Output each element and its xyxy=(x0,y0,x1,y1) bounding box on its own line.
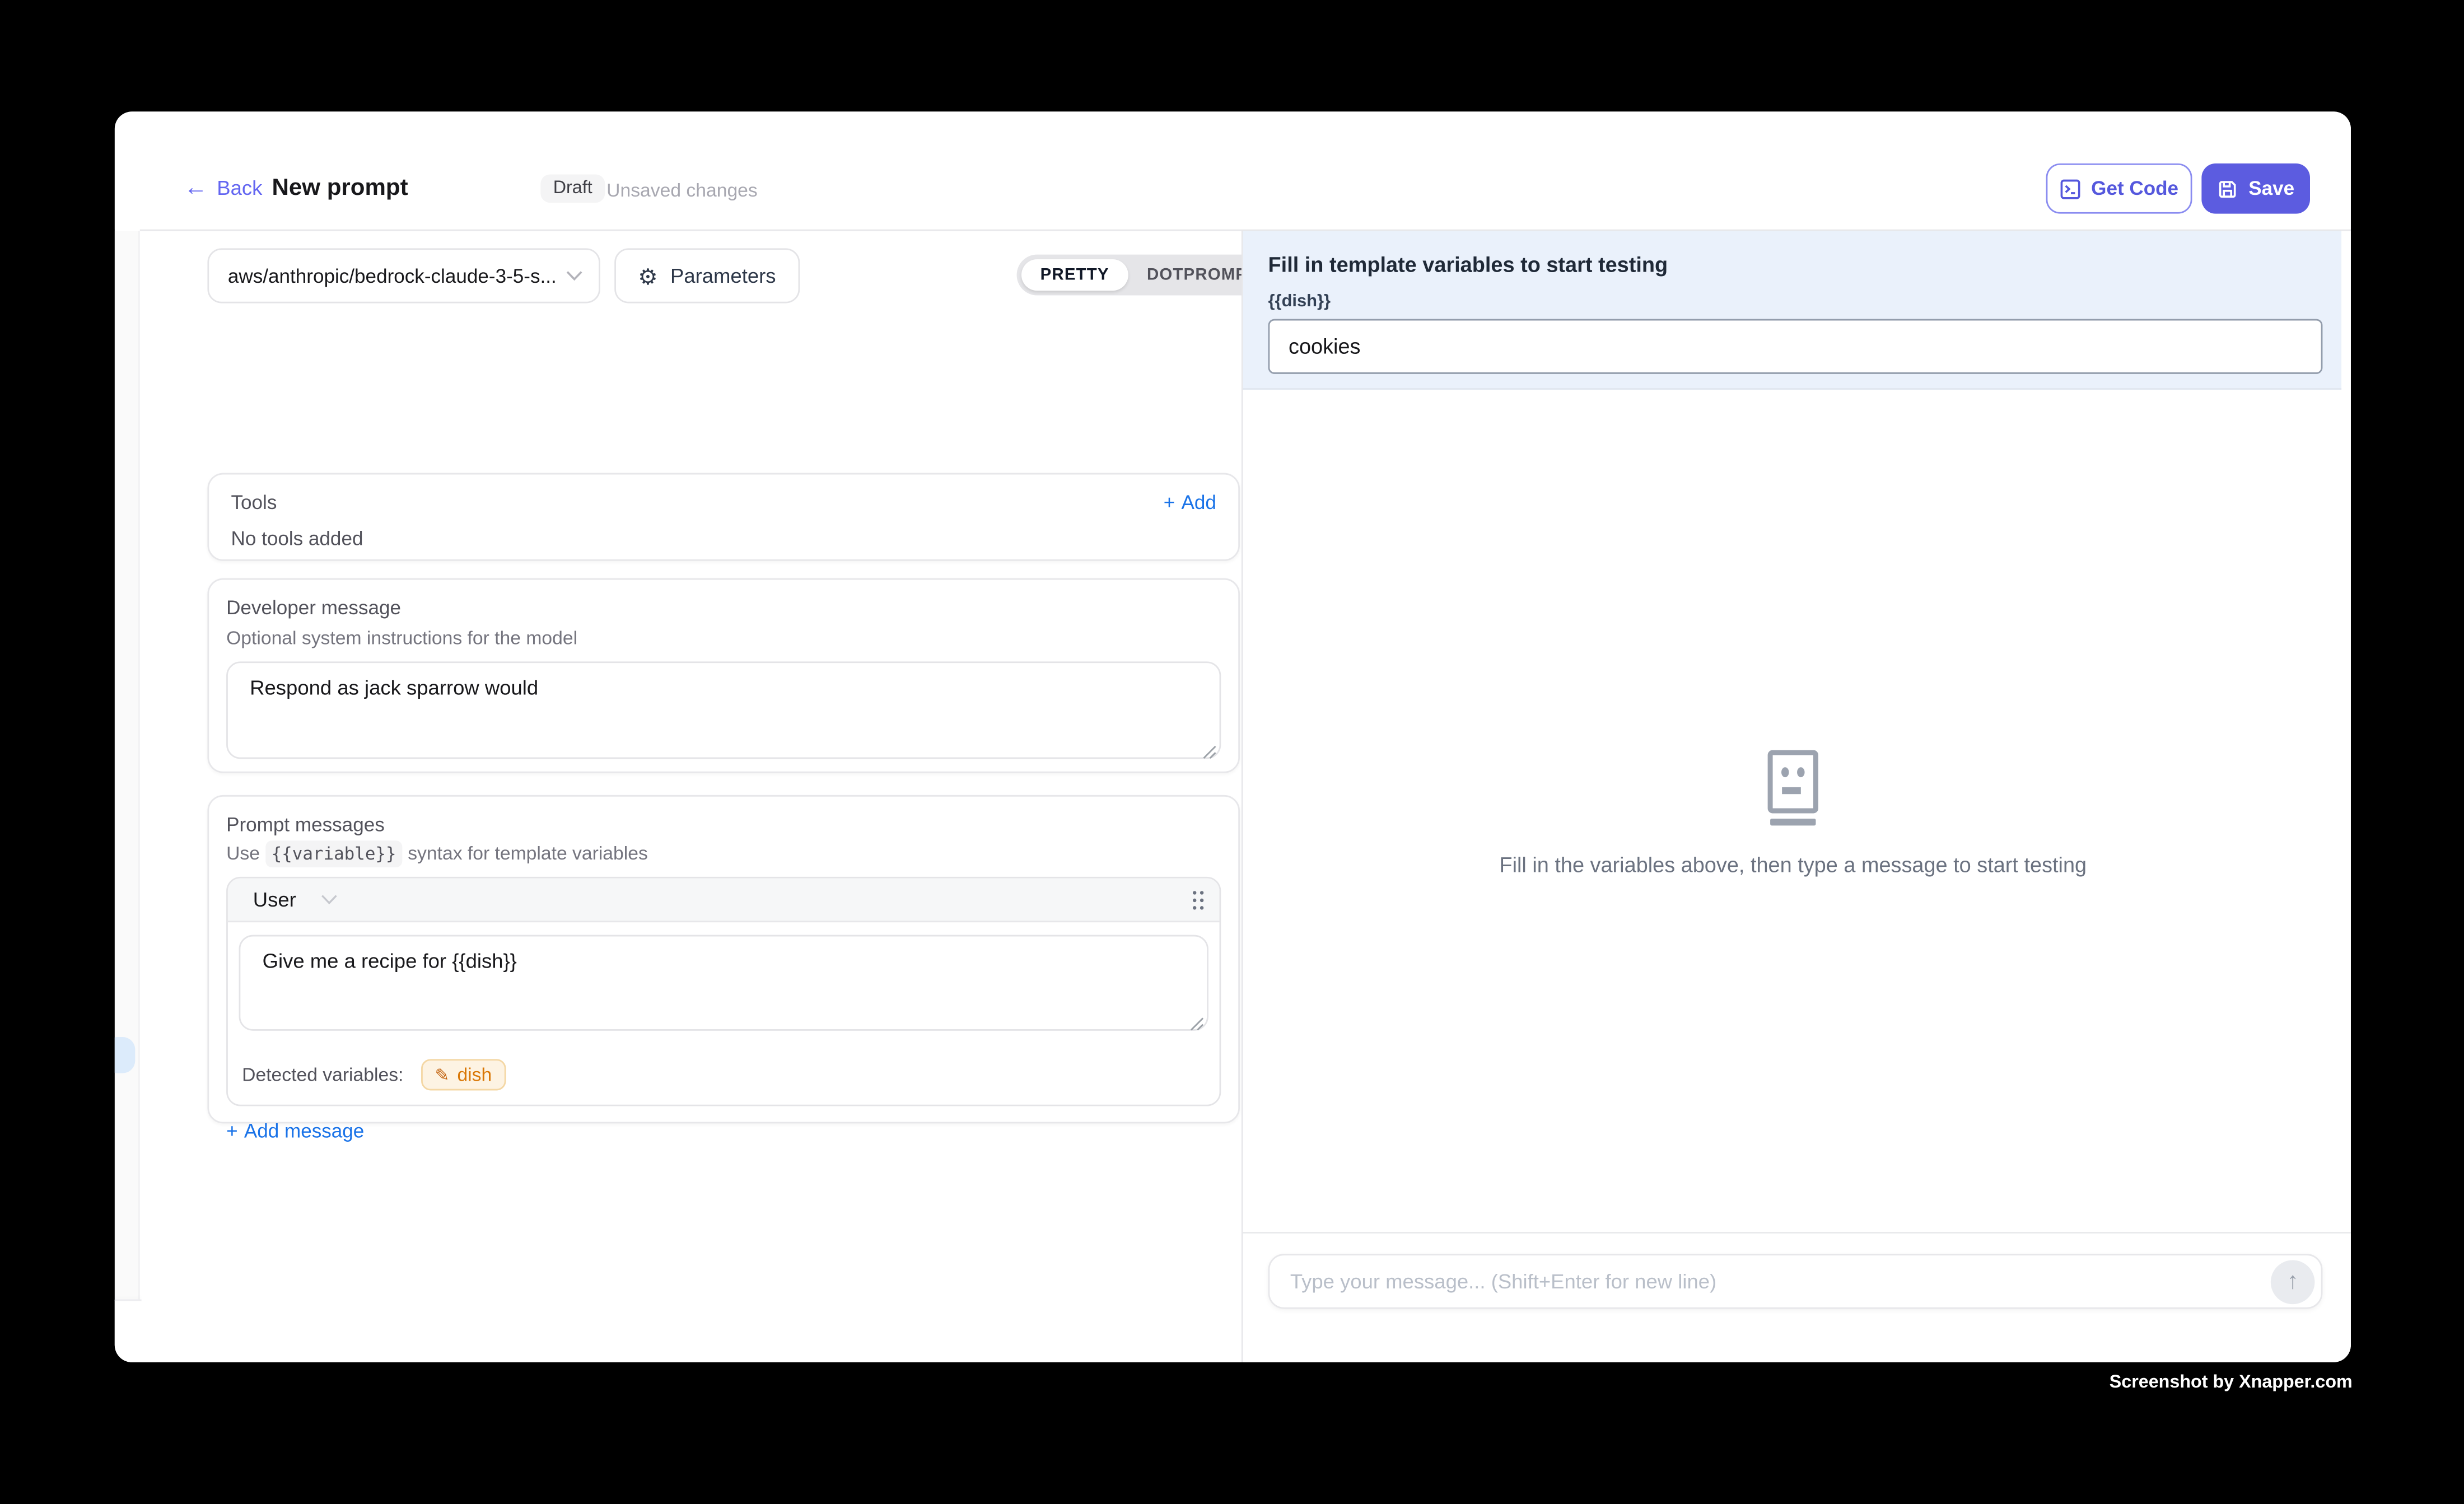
developer-message-hint: Optional system instructions for the mod… xyxy=(226,627,1221,649)
add-tool-button[interactable]: + Add xyxy=(1164,492,1216,513)
variable-key-label: {{dish}} xyxy=(1268,292,2317,311)
role-value: User xyxy=(253,888,296,911)
send-arrow-icon: ↑ xyxy=(2287,1268,2299,1295)
hint-suffix: syntax for template variables xyxy=(403,842,648,864)
prompt-editor-panel: aws/anthropic/bedrock-claude-3-5-s... ⚙ … xyxy=(142,231,1242,1362)
chevron-down-icon xyxy=(321,894,339,905)
message-header: User xyxy=(228,879,1220,923)
variable-name: dish xyxy=(457,1064,492,1086)
drag-handle-icon[interactable] xyxy=(1191,889,1205,910)
unsaved-changes-text: Unsaved changes xyxy=(606,179,758,201)
add-tool-label: Add xyxy=(1182,492,1216,513)
tester-panel: Fill in template variables to start test… xyxy=(1243,231,2351,1362)
model-select-value: aws/anthropic/bedrock-claude-3-5-s... xyxy=(228,265,566,287)
prompt-messages-hint: Use {{variable}} syntax for template var… xyxy=(226,842,1221,864)
screenshot-stage: ← Back New prompt Draft Unsaved changes … xyxy=(0,0,2464,1503)
variable-value-input[interactable] xyxy=(1268,319,2323,374)
tools-empty-text: No tools added xyxy=(231,528,1216,550)
detected-variables-label: Detected variables: xyxy=(242,1064,403,1086)
plus-icon: + xyxy=(226,1120,238,1142)
chevron-down-icon xyxy=(566,270,583,282)
parameters-label: Parameters xyxy=(670,264,776,287)
hint-prefix: Use xyxy=(226,842,265,864)
nav-rail-sliver xyxy=(115,231,140,1362)
role-select[interactable]: User xyxy=(253,888,339,911)
developer-message-textarea[interactable]: Respond as jack sparrow would xyxy=(226,661,1221,759)
model-select[interactable]: aws/anthropic/bedrock-claude-3-5-s... xyxy=(207,248,600,303)
chat-message-input[interactable] xyxy=(1290,1269,2271,1293)
tools-label: Tools xyxy=(231,492,277,513)
page-title: New prompt xyxy=(272,174,408,201)
template-variables-panel: Fill in template variables to start test… xyxy=(1243,231,2341,389)
add-message-button[interactable]: + Add message xyxy=(226,1120,1221,1142)
prompt-messages-card: Prompt messages Use {{variable}} syntax … xyxy=(207,795,1240,1123)
get-code-label: Get Code xyxy=(2091,178,2178,199)
header: ← Back New prompt Draft Unsaved changes … xyxy=(115,111,2351,229)
chat-input-bar: ↑ xyxy=(1268,1254,2323,1309)
developer-message-label: Developer message xyxy=(226,597,1221,619)
robot-face-icon xyxy=(1763,750,1823,828)
developer-message-card: Developer message Optional system instru… xyxy=(207,578,1240,773)
parameters-button[interactable]: ⚙ Parameters xyxy=(614,248,799,303)
toggle-pretty[interactable]: PRETTY xyxy=(1021,259,1128,291)
app-window: ← Back New prompt Draft Unsaved changes … xyxy=(115,111,2351,1362)
watermark-credit: Screenshot by Xnapper.com xyxy=(0,1374,2353,1393)
back-label: Back xyxy=(217,176,262,199)
gear-icon: ⚙ xyxy=(638,265,657,287)
prompt-messages-label: Prompt messages xyxy=(226,814,1221,836)
empty-state-text: Fill in the variables above, then type a… xyxy=(1499,853,2087,877)
detected-variables-row: Detected variables: ✎ dish xyxy=(228,1048,1220,1105)
back-arrow-icon: ← xyxy=(184,176,207,199)
terminal-icon xyxy=(2060,178,2080,198)
nav-rail-active-item[interactable] xyxy=(115,1037,135,1073)
send-button[interactable]: ↑ xyxy=(2271,1259,2315,1304)
tools-card: Tools + Add No tools added xyxy=(207,473,1240,561)
plus-icon: + xyxy=(1164,492,1175,513)
save-icon xyxy=(2217,178,2237,198)
variables-panel-title: Fill in template variables to start test… xyxy=(1268,253,2317,277)
save-button[interactable]: Save xyxy=(2201,164,2310,214)
pencil-icon: ✎ xyxy=(435,1064,450,1085)
chat-divider xyxy=(1243,1232,2351,1234)
message-content-textarea[interactable]: Give me a recipe for {{dish}} xyxy=(239,935,1208,1031)
save-label: Save xyxy=(2248,178,2294,199)
draft-status-badge: Draft xyxy=(540,174,605,203)
back-button[interactable]: ← Back xyxy=(184,176,262,199)
add-message-label: Add message xyxy=(244,1120,364,1142)
message-block: User xyxy=(226,877,1221,1106)
chat-empty-state: Fill in the variables above, then type a… xyxy=(1243,750,2343,877)
variable-badge-dish[interactable]: ✎ dish xyxy=(421,1059,506,1090)
get-code-button[interactable]: Get Code xyxy=(2046,164,2192,214)
variable-syntax-chip: {{variable}} xyxy=(265,840,402,867)
